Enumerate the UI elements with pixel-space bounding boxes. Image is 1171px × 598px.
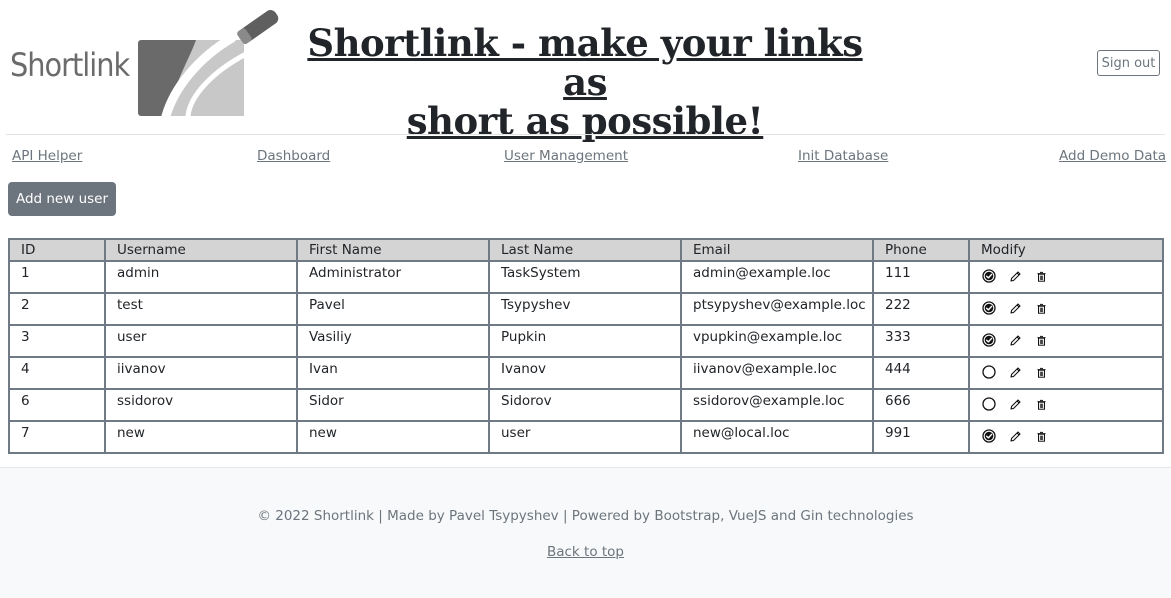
empty-circle-icon[interactable] [981, 396, 997, 412]
pencil-icon[interactable] [1007, 300, 1023, 316]
sign-out-button[interactable]: Sign out [1097, 50, 1160, 76]
trash-icon[interactable] [1033, 428, 1049, 444]
nav-add-demo-data[interactable]: Add Demo Data [1059, 148, 1166, 164]
cell-phone: 333 [872, 324, 970, 358]
cell-username: admin [104, 260, 298, 294]
cell-id: 1 [8, 260, 106, 294]
col-header-email: Email [680, 238, 874, 262]
footer-copyright: © 2022 Shortlink | Made by Pavel Tsypysh… [257, 508, 914, 524]
cell-last-name: Ivanov [488, 356, 682, 390]
cell-email: new@local.loc [680, 420, 874, 454]
table-row: 7 new new user new@local.loc 991 [8, 420, 1164, 454]
table-row: 1 admin Administrator TaskSystem admin@examp… [8, 260, 1164, 294]
pencil-icon[interactable] [1007, 332, 1023, 348]
cell-modify [968, 292, 1164, 326]
cell-phone: 222 [872, 292, 970, 326]
col-header-id: ID [8, 238, 106, 262]
nav-user-management[interactable]: User Management [504, 148, 628, 164]
pencil-icon[interactable] [1007, 396, 1023, 412]
table-header-row: ID Username First Name Last Name Email P… [8, 238, 1164, 262]
cell-last-name: user [488, 420, 682, 454]
page-title: Shortlink - make your links as short as … [300, 24, 870, 141]
cell-modify [968, 260, 1164, 294]
users-table: ID Username First Name Last Name Email P… [8, 238, 1164, 454]
page-header: Shortlink Shortlink - make your links as… [0, 0, 1171, 141]
cell-first-name: Vasiliy [296, 324, 490, 358]
cell-username: test [104, 292, 298, 326]
cell-id: 3 [8, 324, 106, 358]
cell-first-name: new [296, 420, 490, 454]
cell-last-name: Sidorov [488, 388, 682, 422]
cell-id: 7 [8, 420, 106, 454]
cell-modify [968, 324, 1164, 358]
checked-circle-icon[interactable] [981, 268, 997, 284]
table-row: 6 ssidorov Sidor Sidorov ssidorov@example.lo… [8, 388, 1164, 422]
cell-last-name: Pupkin [488, 324, 682, 358]
cell-username: user [104, 324, 298, 358]
cell-modify [968, 420, 1164, 454]
col-header-username: Username [104, 238, 298, 262]
cell-phone: 991 [872, 420, 970, 454]
checked-circle-icon[interactable] [981, 428, 997, 444]
cell-email: iivanov@example.loc [680, 356, 874, 390]
cell-email: vpupkin@example.loc [680, 324, 874, 358]
cell-phone: 444 [872, 356, 970, 390]
users-table-body: 1 admin Administrator TaskSystem admin@examp… [8, 260, 1164, 454]
pencil-icon[interactable] [1007, 364, 1023, 380]
col-header-modify: Modify [968, 238, 1164, 262]
table-row: 4 iivanov Ivan Ivanov iivanov@example.loc 444 [8, 356, 1164, 390]
cell-modify [968, 356, 1164, 390]
title-line-2: short as possible! [406, 99, 764, 143]
nav-dashboard[interactable]: Dashboard [257, 148, 330, 164]
logo-graphic [138, 10, 279, 118]
cell-first-name: Pavel [296, 292, 490, 326]
header-divider [6, 134, 1165, 135]
logo-text: Shortlink [10, 46, 130, 84]
col-header-phone: Phone [872, 238, 970, 262]
pencil-icon[interactable] [1007, 428, 1023, 444]
cell-first-name: Sidor [296, 388, 490, 422]
pencil-icon[interactable] [1007, 268, 1023, 284]
cell-last-name: Tsypyshev [488, 292, 682, 326]
main-nav: API Helper Dashboard User Management Ini… [0, 148, 1171, 168]
checked-circle-icon[interactable] [981, 300, 997, 316]
checked-circle-icon[interactable] [981, 332, 997, 348]
col-header-last-name: Last Name [488, 238, 682, 262]
trash-icon[interactable] [1033, 364, 1049, 380]
cell-modify [968, 388, 1164, 422]
shortlink-logo[interactable]: Shortlink [8, 10, 280, 118]
cell-id: 2 [8, 292, 106, 326]
col-header-first-name: First Name [296, 238, 490, 262]
cell-email: ssidorov@example.loc [680, 388, 874, 422]
nav-api-helper[interactable]: API Helper [12, 148, 82, 164]
cell-id: 6 [8, 388, 106, 422]
trash-icon[interactable] [1033, 332, 1049, 348]
cell-username: iivanov [104, 356, 298, 390]
cell-phone: 111 [872, 260, 970, 294]
trash-icon[interactable] [1033, 396, 1049, 412]
trash-icon[interactable] [1033, 268, 1049, 284]
cell-id: 4 [8, 356, 106, 390]
cell-email: admin@example.loc [680, 260, 874, 294]
page-footer: © 2022 Shortlink | Made by Pavel Tsypysh… [0, 467, 1171, 598]
cell-last-name: TaskSystem [488, 260, 682, 294]
nav-init-database[interactable]: Init Database [798, 148, 888, 164]
title-line-1: Shortlink - make your links as [307, 21, 863, 104]
cell-username: ssidorov [104, 388, 298, 422]
cell-username: new [104, 420, 298, 454]
trash-icon[interactable] [1033, 300, 1049, 316]
table-row: 2 test Pavel Tsypyshev ptsypyshev@example.lo… [8, 292, 1164, 326]
cell-first-name: Ivan [296, 356, 490, 390]
add-new-user-button[interactable]: Add new user [8, 182, 116, 216]
table-row: 3 user Vasiliy Pupkin vpupkin@example.loc 333 [8, 324, 1164, 358]
cell-first-name: Administrator [296, 260, 490, 294]
cell-email: ptsypyshev@example.loc [680, 292, 874, 326]
cell-phone: 666 [872, 388, 970, 422]
back-to-top-link[interactable]: Back to top [547, 544, 624, 560]
empty-circle-icon[interactable] [981, 364, 997, 380]
